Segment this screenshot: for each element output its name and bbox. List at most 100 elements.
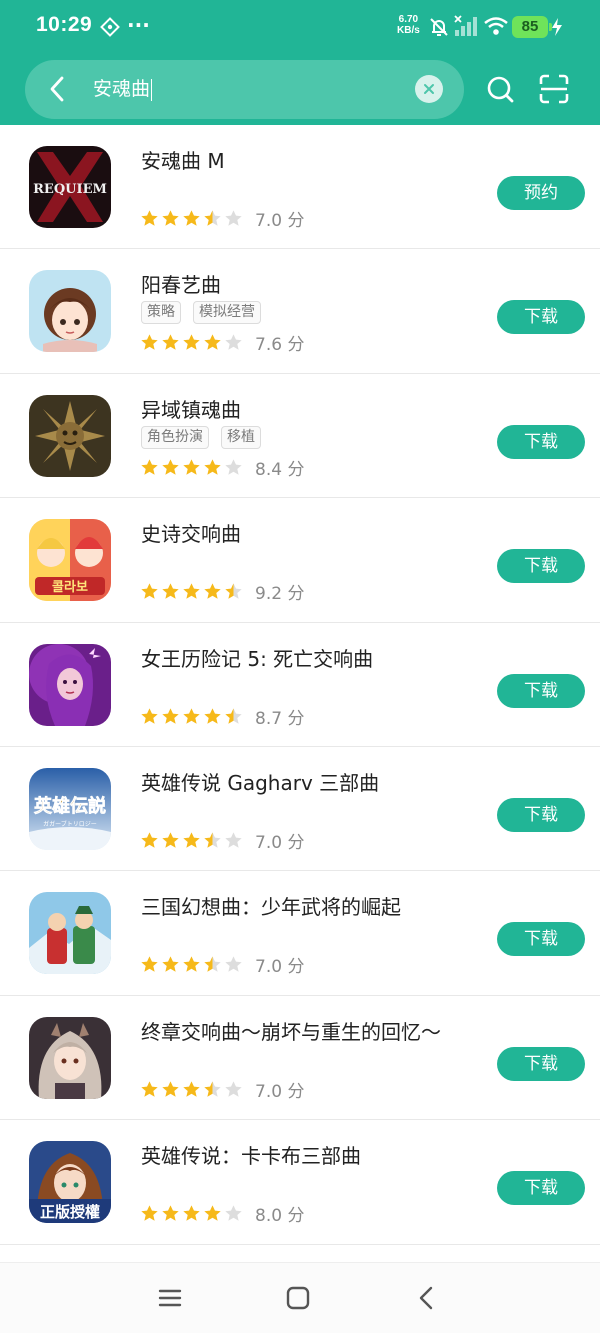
back-icon[interactable] xyxy=(43,74,73,104)
download-button[interactable]: 下载 xyxy=(497,424,585,459)
scan-icon[interactable] xyxy=(539,74,569,104)
star-full-icon xyxy=(183,210,200,226)
list-item[interactable]: 콜라보 史诗交响曲 9.2 分 下载 xyxy=(0,498,600,623)
license-text: 正版授權 xyxy=(40,1203,100,1221)
star-half-icon xyxy=(225,583,242,599)
net-speed: 6.70 KB/s xyxy=(397,14,420,36)
official-license-icon: 正版授權 xyxy=(29,1141,111,1224)
star-full-icon xyxy=(162,334,179,351)
star-empty-icon xyxy=(225,459,242,475)
star-full-icon xyxy=(183,583,200,599)
star-full-icon xyxy=(162,459,179,475)
rating: 7.0 分 xyxy=(140,828,304,853)
app-name: 终章交响曲～崩坏与重生的回忆～ xyxy=(141,1019,441,1044)
list-item[interactable]: 终章交响曲～崩坏与重生的回忆～ 7.0 分 下载 xyxy=(0,995,600,1121)
star-full-icon xyxy=(141,210,158,226)
star-rating xyxy=(140,707,243,726)
star-full-icon xyxy=(141,956,158,973)
back-nav-icon[interactable] xyxy=(412,1283,442,1313)
star-empty-icon xyxy=(225,956,242,973)
download-button[interactable]: 下载 xyxy=(497,549,585,584)
clear-search-button[interactable] xyxy=(415,75,443,103)
star-full-icon xyxy=(183,334,200,351)
reserve-button[interactable]: 预约 xyxy=(497,176,585,210)
list-item[interactable]: 三国幻想曲：少年武将的崛起 7.0 分 下载 xyxy=(0,871,600,996)
score: 7.6 分 xyxy=(255,335,305,356)
star-full-icon xyxy=(162,707,179,724)
battery-indicator: 85 xyxy=(512,16,552,38)
eiyuu-densetsu-icon: 英雄伝説 ガガーブトリロジー xyxy=(29,767,111,850)
search-input[interactable]: 安魂曲 xyxy=(93,76,153,103)
download-button[interactable]: 下载 xyxy=(497,673,585,708)
star-empty-icon xyxy=(225,334,242,351)
download-button[interactable]: 下载 xyxy=(497,1046,585,1081)
tag-list: 策略 模拟经营 xyxy=(141,301,261,325)
search-icon[interactable] xyxy=(485,74,515,104)
app-name: 英雄传说：卡卡布三部曲 xyxy=(141,1144,361,1169)
app-name: 阳春艺曲 xyxy=(141,273,221,298)
tag[interactable]: 模拟经营 xyxy=(193,301,261,325)
list-item[interactable]: 女王历险记 5: 死亡交响曲 8.7 分 下载 xyxy=(0,622,600,747)
star-full-icon xyxy=(141,1205,158,1221)
score: 7.0 分 xyxy=(255,1081,305,1102)
app-name: 英雄传说 Gagharv 三部曲 xyxy=(141,770,380,795)
star-full-icon xyxy=(141,583,158,599)
star-full-icon xyxy=(204,707,221,724)
silver-hair-girl-icon xyxy=(29,1016,111,1099)
signal-icon xyxy=(454,15,477,36)
menu-icon[interactable] xyxy=(155,1283,185,1313)
anime-girl-icon xyxy=(29,270,111,353)
rating: 8.0 分 xyxy=(140,1201,304,1226)
star-rating xyxy=(140,458,243,477)
star-half-icon xyxy=(204,210,221,226)
download-button[interactable]: 下载 xyxy=(497,300,585,335)
download-button[interactable]: 下载 xyxy=(497,1171,585,1206)
bronze-face-icon xyxy=(29,394,111,477)
star-half-icon xyxy=(204,1081,221,1097)
star-full-icon xyxy=(162,583,179,599)
list-item[interactable]: 阳春艺曲 策略 模拟经营 7.6 分 下载 xyxy=(0,249,600,374)
app-header: 10:29 ··· 6.70 KB/s 85 安魂曲 xyxy=(0,0,600,125)
star-rating xyxy=(140,333,243,352)
more-dots: ··· xyxy=(127,13,150,37)
tag[interactable]: 角色扮演 xyxy=(141,425,209,449)
star-full-icon xyxy=(183,459,200,475)
home-icon[interactable] xyxy=(283,1283,313,1313)
star-full-icon xyxy=(141,334,158,351)
system-nav-bar xyxy=(0,1262,600,1333)
search-bar[interactable]: 安魂曲 xyxy=(25,60,464,119)
list-item[interactable]: REQUIEM 安魂曲 M 7.0 分 预约 xyxy=(0,125,600,250)
app-name: 安魂曲 M xyxy=(141,149,225,173)
star-full-icon xyxy=(183,1081,200,1097)
score: 8.7 分 xyxy=(255,708,305,729)
eiyuu-sub-text: ガガーブトリロジー xyxy=(43,820,97,828)
text-caret xyxy=(151,78,153,101)
rating: 9.2 分 xyxy=(140,579,304,604)
vpn-icon xyxy=(100,17,120,37)
download-button[interactable]: 下载 xyxy=(497,797,585,832)
wifi-icon xyxy=(484,17,508,35)
app-name: 三国幻想曲：少年武将的崛起 xyxy=(141,895,401,920)
star-empty-icon xyxy=(225,210,242,226)
list-item[interactable]: 异域镇魂曲 角色扮演 移植 8.4 分 下载 xyxy=(0,373,600,499)
download-button[interactable]: 下载 xyxy=(497,922,585,957)
star-full-icon xyxy=(141,1081,158,1097)
purple-queen-icon xyxy=(29,643,111,726)
star-full-icon xyxy=(183,1205,200,1221)
tag[interactable]: 移植 xyxy=(221,425,261,449)
star-full-icon xyxy=(162,832,179,848)
status-time: 10:29 xyxy=(36,13,93,36)
list-item[interactable]: 正版授權 英雄传说：卡卡布三部曲 8.0 分 下载 xyxy=(0,1120,600,1245)
score: 7.0 分 xyxy=(255,957,305,978)
list-item[interactable]: 英雄伝説 ガガーブトリロジー 英雄传说 Gagharv 三部曲 7.0 分 下载 xyxy=(0,746,600,872)
rating: 7.0 分 xyxy=(140,952,304,977)
tag[interactable]: 策略 xyxy=(141,301,181,325)
star-full-icon xyxy=(162,1205,179,1221)
star-full-icon xyxy=(162,956,179,973)
collab-text: 콜라보 xyxy=(52,579,88,595)
app-name: 女王历险记 5: 死亡交响曲 xyxy=(141,646,374,671)
star-full-icon xyxy=(162,210,179,226)
score: 9.2 分 xyxy=(255,584,305,605)
star-empty-icon xyxy=(225,832,242,848)
score: 7.0 分 xyxy=(255,211,305,231)
